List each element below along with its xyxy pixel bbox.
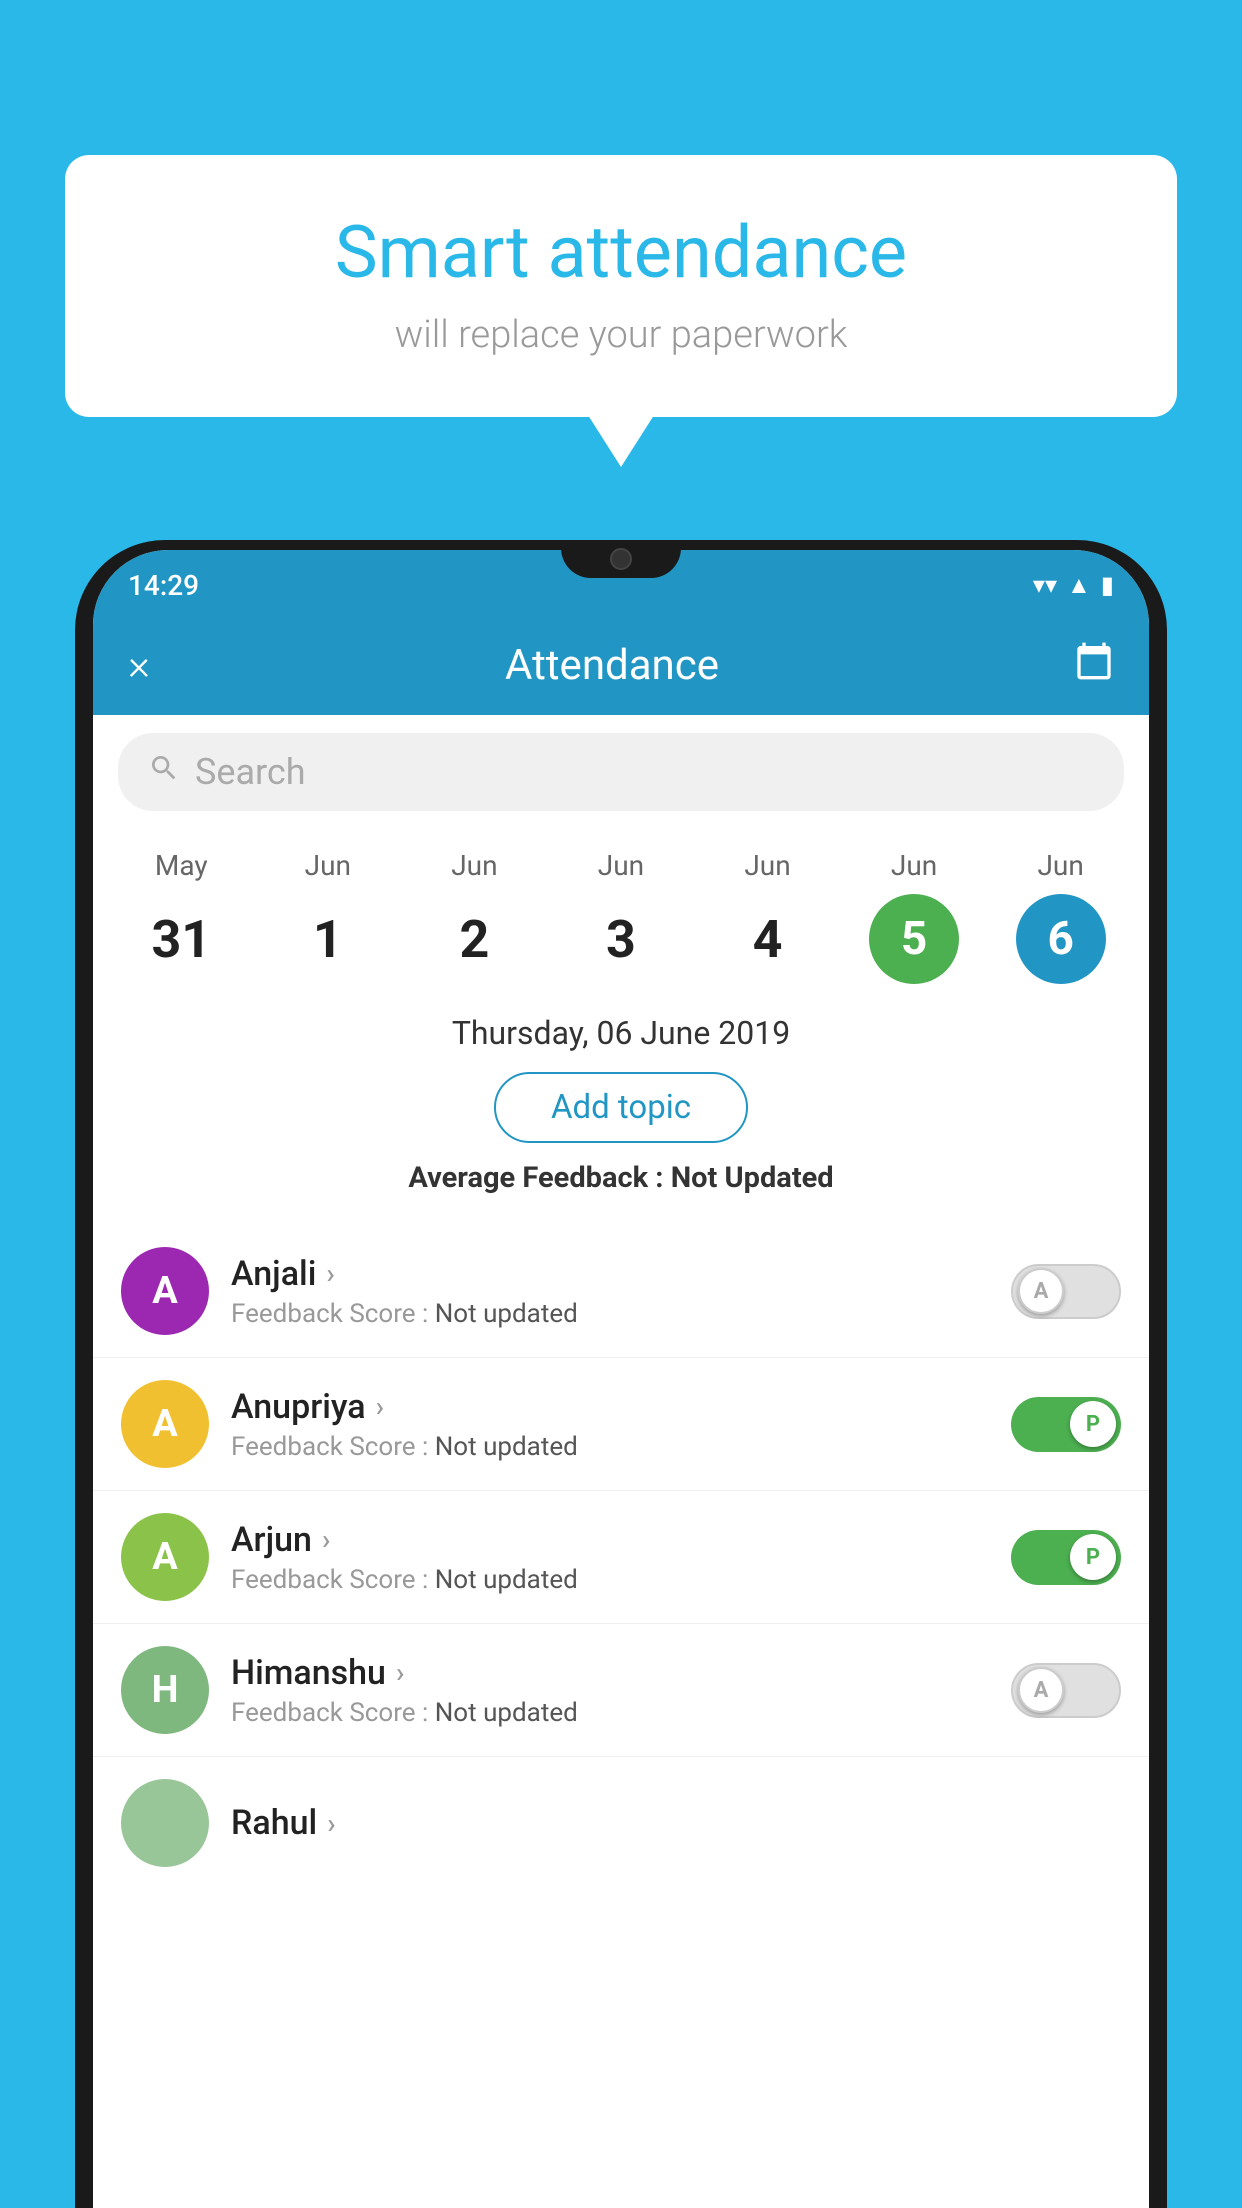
signal-icon: ▲ bbox=[1067, 571, 1091, 600]
selected-date-text: Thursday, 06 June 2019 bbox=[113, 1014, 1129, 1052]
status-time: 14:29 bbox=[128, 569, 199, 602]
bubble-title: Smart attendance bbox=[125, 210, 1117, 295]
app-header: × Attendance bbox=[93, 615, 1149, 715]
student-list: A Anjali › Feedback Score : Not updated … bbox=[93, 1215, 1149, 1899]
attendance-toggle[interactable]: A bbox=[1011, 1264, 1121, 1319]
student-info: Rahul › bbox=[231, 1803, 1121, 1843]
attendance-toggle[interactable]: P bbox=[1011, 1530, 1121, 1585]
speech-bubble-container: Smart attendance will replace your paper… bbox=[65, 155, 1177, 417]
attendance-toggle[interactable]: A bbox=[1011, 1663, 1121, 1718]
chevron-right-icon: › bbox=[396, 1656, 404, 1689]
feedback-score: Feedback Score : Not updated bbox=[231, 1299, 1011, 1329]
toggle-present[interactable]: P bbox=[1011, 1397, 1121, 1452]
status-icons: ▾▾ ▲ ▮ bbox=[1033, 571, 1114, 600]
phone-notch bbox=[561, 540, 681, 578]
avatar: H bbox=[121, 1646, 209, 1734]
wifi-icon: ▾▾ bbox=[1033, 571, 1057, 599]
chevron-right-icon: › bbox=[322, 1523, 330, 1556]
feedback-score: Feedback Score : Not updated bbox=[231, 1565, 1011, 1595]
feedback-score: Feedback Score : Not updated bbox=[231, 1698, 1011, 1728]
student-info: Anupriya › Feedback Score : Not updated bbox=[231, 1387, 1011, 1462]
avatar bbox=[121, 1779, 209, 1867]
toggle-absent[interactable]: A bbox=[1011, 1264, 1121, 1319]
chevron-right-icon: › bbox=[327, 1807, 335, 1840]
student-name: Anupriya › bbox=[231, 1387, 1011, 1427]
search-container: Search bbox=[93, 715, 1149, 829]
chevron-right-icon: › bbox=[326, 1257, 334, 1290]
toggle-present[interactable]: P bbox=[1011, 1530, 1121, 1585]
toggle-knob: P bbox=[1070, 1401, 1116, 1447]
date-jun-3[interactable]: Jun 3 bbox=[561, 849, 681, 984]
toggle-knob: A bbox=[1018, 1268, 1064, 1314]
avatar: A bbox=[121, 1247, 209, 1335]
list-item[interactable]: A Anupriya › Feedback Score : Not update… bbox=[93, 1358, 1149, 1491]
avg-feedback: Average Feedback : Not Updated bbox=[113, 1161, 1129, 1195]
phone-screen: 14:29 ▾▾ ▲ ▮ × Attendance bbox=[93, 550, 1149, 2208]
date-jun-2[interactable]: Jun 2 bbox=[414, 849, 534, 984]
date-jun-4[interactable]: Jun 4 bbox=[708, 849, 828, 984]
search-placeholder: Search bbox=[195, 751, 306, 793]
date-may-31[interactable]: May 31 bbox=[121, 849, 241, 984]
list-item[interactable]: A Anjali › Feedback Score : Not updated … bbox=[93, 1225, 1149, 1358]
close-button[interactable]: × bbox=[128, 641, 150, 690]
date-jun-1[interactable]: Jun 1 bbox=[268, 849, 388, 984]
bubble-subtitle: will replace your paperwork bbox=[125, 313, 1117, 357]
app-title: Attendance bbox=[505, 641, 719, 690]
student-name: Rahul › bbox=[231, 1803, 1121, 1843]
search-icon bbox=[148, 752, 180, 792]
student-name: Arjun › bbox=[231, 1520, 1011, 1560]
chevron-right-icon: › bbox=[376, 1390, 384, 1423]
list-item[interactable]: A Arjun › Feedback Score : Not updated P bbox=[93, 1491, 1149, 1624]
avatar: A bbox=[121, 1380, 209, 1468]
student-info: Himanshu › Feedback Score : Not updated bbox=[231, 1653, 1011, 1728]
attendance-toggle[interactable]: P bbox=[1011, 1397, 1121, 1452]
selected-date-section: Thursday, 06 June 2019 Add topic Average… bbox=[93, 989, 1149, 1215]
camera bbox=[610, 548, 632, 570]
search-bar[interactable]: Search bbox=[118, 733, 1124, 811]
toggle-knob: A bbox=[1018, 1667, 1064, 1713]
date-jun-6[interactable]: Jun 6 bbox=[1001, 849, 1121, 984]
list-item[interactable]: Rahul › bbox=[93, 1757, 1149, 1889]
toggle-knob: P bbox=[1070, 1534, 1116, 1580]
list-item[interactable]: H Himanshu › Feedback Score : Not update… bbox=[93, 1624, 1149, 1757]
toggle-absent[interactable]: A bbox=[1011, 1663, 1121, 1718]
avatar: A bbox=[121, 1513, 209, 1601]
student-name: Himanshu › bbox=[231, 1653, 1011, 1693]
student-info: Anjali › Feedback Score : Not updated bbox=[231, 1254, 1011, 1329]
add-topic-button[interactable]: Add topic bbox=[494, 1072, 748, 1143]
calendar-icon[interactable] bbox=[1074, 641, 1114, 690]
student-name: Anjali › bbox=[231, 1254, 1011, 1294]
student-info: Arjun › Feedback Score : Not updated bbox=[231, 1520, 1011, 1595]
speech-bubble: Smart attendance will replace your paper… bbox=[65, 155, 1177, 417]
feedback-score: Feedback Score : Not updated bbox=[231, 1432, 1011, 1462]
calendar-row: May 31 Jun 1 Jun 2 Jun 3 Jun 4 Jun 5 bbox=[93, 829, 1149, 989]
date-jun-5[interactable]: Jun 5 bbox=[854, 849, 974, 984]
phone-frame: 14:29 ▾▾ ▲ ▮ × Attendance bbox=[75, 540, 1167, 2208]
battery-icon: ▮ bbox=[1101, 571, 1114, 599]
